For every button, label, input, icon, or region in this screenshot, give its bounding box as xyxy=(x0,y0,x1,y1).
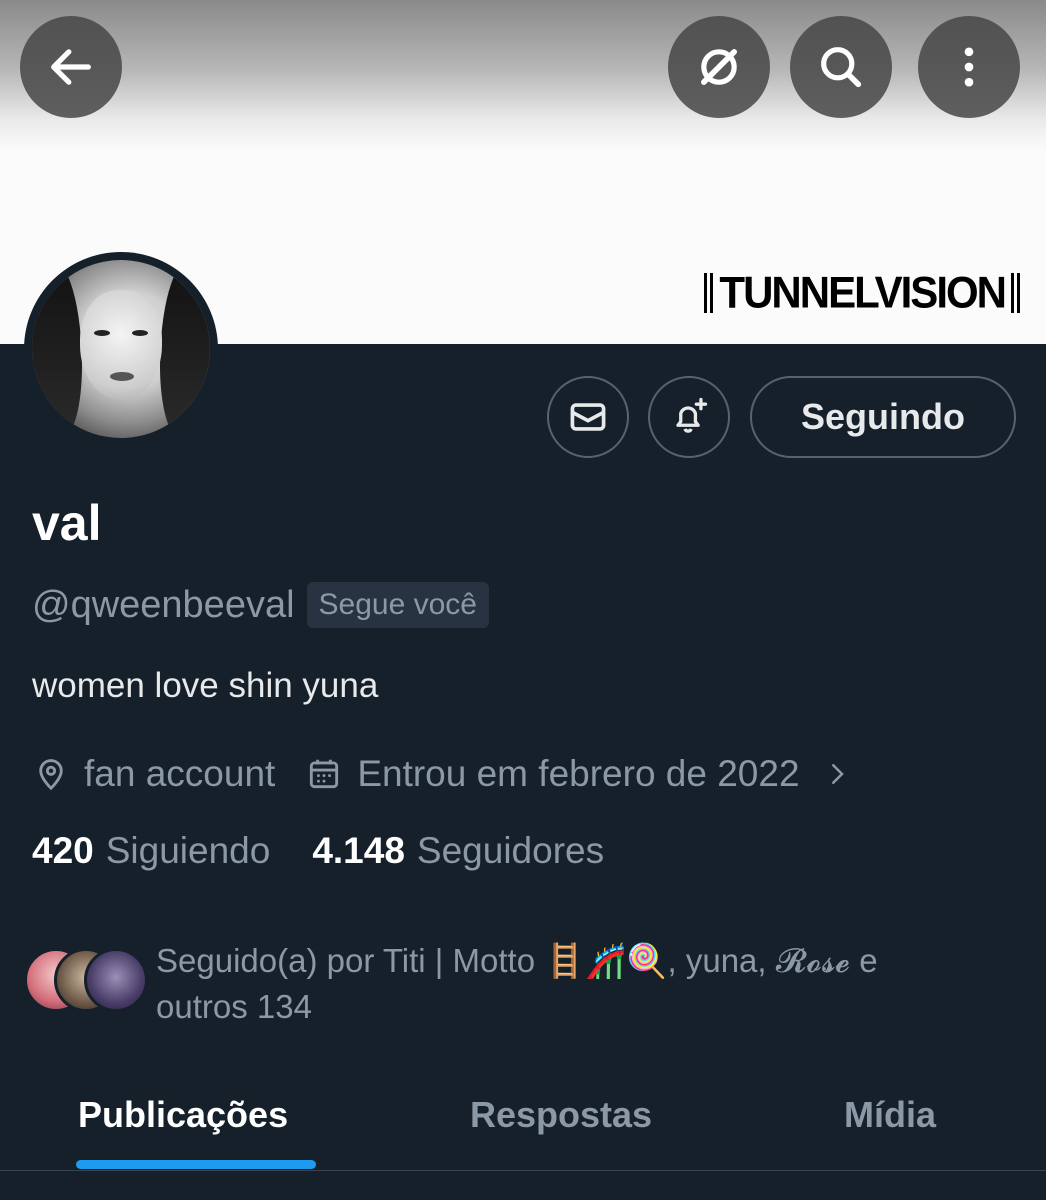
mutual-avatars xyxy=(24,948,150,1018)
join-date-text: Entrou em febrero de 2022 xyxy=(357,753,800,794)
username-handle: @qweenbeeval xyxy=(32,583,295,626)
avatar[interactable] xyxy=(24,252,218,446)
display-name: val xyxy=(32,495,102,551)
calendar-icon xyxy=(310,759,339,789)
followers-count[interactable]: 4.148 xyxy=(312,830,405,872)
avatar-image xyxy=(32,260,210,438)
join-date[interactable]: Entrou em febrero de 2022 xyxy=(305,753,851,795)
profile-page: TUNNELVISION Seguindo val @qweenbeeval S… xyxy=(0,0,1046,1200)
search-button[interactable] xyxy=(790,16,892,118)
slashed-circle-icon xyxy=(701,49,737,85)
bell-plus-icon xyxy=(676,397,708,433)
active-tab-indicator xyxy=(76,1160,316,1169)
notifications-button[interactable] xyxy=(648,376,730,458)
follow-counts: 420 Siguiendo 4.148 Seguidores xyxy=(32,830,604,872)
banner-logo-text: TUNNELVISION xyxy=(719,267,1007,318)
tabs-divider xyxy=(0,1170,1046,1171)
barcode-left xyxy=(704,273,714,313)
mutual-avatar xyxy=(84,948,148,1012)
followers-label[interactable]: Seguidores xyxy=(417,830,604,872)
follows-you-badge: Segue você xyxy=(306,582,489,628)
banner-logo: TUNNELVISION xyxy=(704,267,1020,318)
barcode-right xyxy=(1011,273,1020,313)
message-button[interactable] xyxy=(547,376,629,458)
followed-by-text: Seguido(a) por Titi | Motto 🪜🎢🍭, yuna, 𝓡… xyxy=(156,942,878,1025)
envelope-icon xyxy=(570,403,606,431)
location: fan account xyxy=(32,753,275,795)
tab-posts[interactable]: Publicações xyxy=(78,1094,288,1136)
search-icon xyxy=(821,47,862,88)
more-button[interactable] xyxy=(918,16,1020,118)
bio: women love shin yuna xyxy=(32,666,379,705)
back-button[interactable] xyxy=(20,16,122,118)
more-vertical-icon xyxy=(964,47,974,87)
following-count[interactable]: 420 xyxy=(32,830,94,872)
tab-media[interactable]: Mídia xyxy=(844,1094,936,1136)
profile-tabs: Publicações Respostas Mídia xyxy=(0,1078,1046,1172)
arrow-left-icon xyxy=(51,49,91,85)
chevron-right-icon xyxy=(831,764,844,784)
profile-meta: fan account Entrou em febrero de 2022 xyxy=(32,748,852,800)
tab-replies[interactable]: Respostas xyxy=(470,1094,652,1136)
handle-row: @qweenbeeval Segue você xyxy=(32,582,489,628)
following-label[interactable]: Siguiendo xyxy=(106,830,271,872)
grok-button[interactable] xyxy=(668,16,770,118)
following-button[interactable]: Seguindo xyxy=(750,376,1016,458)
followed-by[interactable]: Seguido(a) por Titi | Motto 🪜🎢🍭, yuna, 𝓡… xyxy=(24,938,1024,1030)
location-text: fan account xyxy=(84,753,276,794)
location-pin-icon xyxy=(39,759,63,791)
